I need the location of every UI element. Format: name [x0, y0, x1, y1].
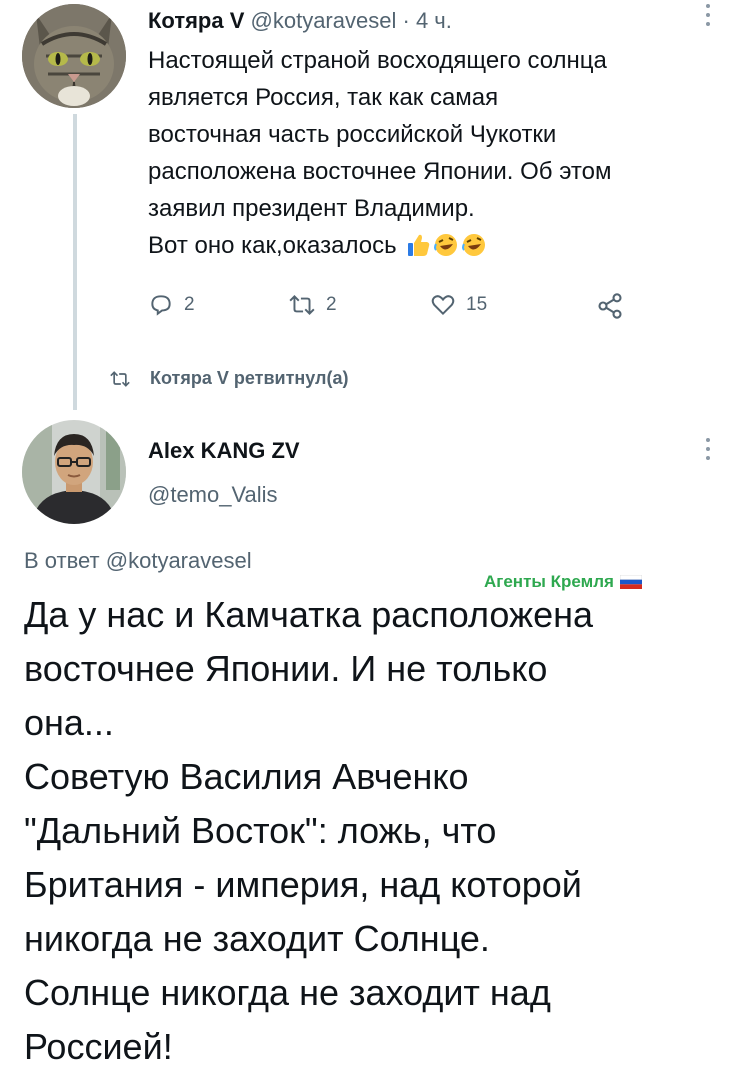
tweet-actions: 2 2 15: [148, 292, 648, 332]
tweet-header: Котяра V @kotyaravesel · 4 ч.: [148, 6, 452, 36]
author-handle[interactable]: @kotyaravesel: [251, 8, 397, 33]
tweet-text-line: никогда не заходит Солнце.: [24, 918, 490, 959]
avatar-kotyara[interactable]: [22, 4, 126, 108]
tweet-alex-kang[interactable]: Alex KANG ZV @temo_Valis В ответ @kotyar…: [0, 410, 744, 1080]
tweet-text-line: восточная часть российской Чукотки: [148, 121, 557, 148]
retweet-button[interactable]: 2: [288, 292, 337, 318]
tweet-text-line: Да у нас и Камчатка расположена: [24, 594, 594, 635]
author-handle[interactable]: @temo_Valis: [148, 482, 278, 508]
tweet-text-line: Россией!: [24, 1026, 173, 1067]
retweet-small-icon: [110, 370, 130, 387]
more-icon[interactable]: [704, 4, 712, 30]
reply-prefix: В ответ: [24, 548, 100, 573]
separator: ·: [402, 8, 410, 33]
tweet-text-line: Настоящей страной восходящего солнца: [148, 47, 607, 74]
tweet-text: Настоящей страной восходящего солнца явл…: [148, 42, 728, 269]
share-icon: [598, 293, 622, 319]
laughing-emoji-icon: [461, 232, 487, 269]
author-name[interactable]: Alex KANG ZV: [148, 438, 300, 464]
tweet-text-line: расположена восточнее Японии. Об этом: [148, 158, 612, 185]
avatar-alex-kang[interactable]: [22, 420, 126, 524]
tweet-text: Да у нас и Камчатка расположена восточне…: [24, 588, 724, 1074]
tweet-text-line: заявил президент Владимир.: [148, 195, 475, 222]
tweet-text-line: является Россия, так как самая: [148, 84, 499, 111]
tweet-text-line: восточнее Японии. И не только: [24, 648, 548, 689]
timestamp[interactable]: 4 ч.: [416, 8, 452, 33]
like-count: 15: [466, 294, 488, 315]
russia-flag-icon: [619, 575, 642, 589]
reply-context: В ответ @kotyaravesel: [24, 548, 252, 574]
tweet-text-line: Британия - империя, над которой: [24, 864, 582, 905]
reply-icon: [151, 295, 171, 316]
retweet-notice-text: Котяра V ретвитнул(а): [150, 368, 349, 388]
author-name[interactable]: Котяра V: [148, 8, 244, 33]
more-icon[interactable]: [704, 438, 712, 464]
tweet-kotyara[interactable]: Котяра V @kotyaravesel · 4 ч. Настоящей …: [0, 0, 744, 410]
retweet-notice[interactable]: Котяра V ретвитнул(а): [108, 368, 348, 389]
thread-line: [73, 114, 77, 410]
share-button[interactable]: [596, 292, 634, 320]
thumbs-up-icon: [405, 232, 431, 269]
reply-to-handle[interactable]: @kotyaravesel: [106, 548, 252, 573]
reply-count: 2: [184, 294, 195, 315]
tweet-text-line-last: Вот оно как,оказалось: [148, 227, 728, 269]
tweet-text-line: она...: [24, 702, 114, 743]
retweet-count: 2: [326, 294, 337, 315]
tweet-text-line: "Дальний Восток": ложь, что: [24, 810, 497, 851]
reply-button[interactable]: 2: [148, 292, 195, 318]
like-button[interactable]: 15: [430, 292, 487, 318]
tweet-text-line: Вот оно как,оказалось: [148, 232, 397, 259]
like-icon: [431, 295, 455, 316]
tweet-text-line: Солнце никогда не заходит над: [24, 972, 551, 1013]
retweet-icon: [289, 295, 315, 315]
laughing-emoji-icon: [433, 232, 459, 269]
tweet-text-line: Советую Василия Авченко: [24, 756, 469, 797]
